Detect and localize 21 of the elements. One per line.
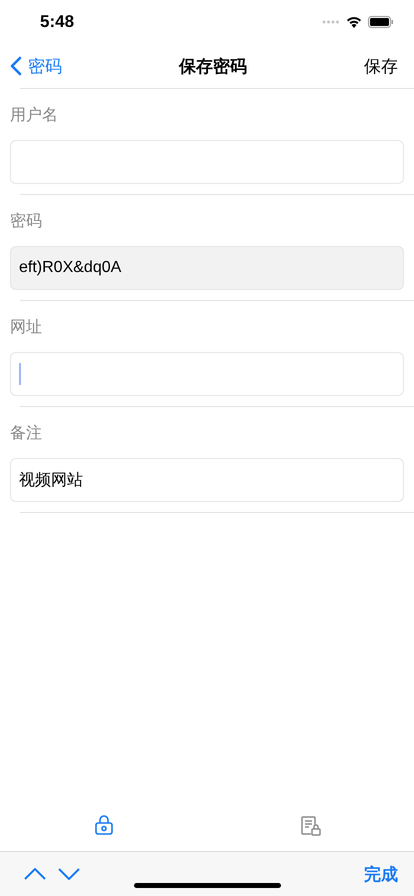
field-label: 密码 [10,210,43,232]
save-button[interactable]: 保存 [364,54,398,78]
field-label: 用户名 [10,104,59,126]
field-label: 网址 [10,316,43,338]
wifi-icon [346,16,362,28]
field-label: 备注 [10,422,43,444]
chevron-up-icon [24,868,46,880]
back-button[interactable]: 密码 [10,54,62,78]
done-button[interactable]: 完成 [364,862,398,886]
input-field[interactable] [10,140,404,184]
chevron-down-icon [58,868,80,880]
lock-icon [94,815,112,835]
page-title: 保存密码 [179,56,247,78]
input-field[interactable]: 视频网站 [10,458,404,502]
signal-icon [322,20,340,24]
battery-icon [368,16,394,28]
input-field[interactable] [10,352,404,396]
back-chevron-icon [10,56,22,76]
document-lock-icon [300,815,322,837]
input-field[interactable]: eft)R0X&dq0A [10,246,404,290]
status-time: 5:48 [40,12,74,32]
